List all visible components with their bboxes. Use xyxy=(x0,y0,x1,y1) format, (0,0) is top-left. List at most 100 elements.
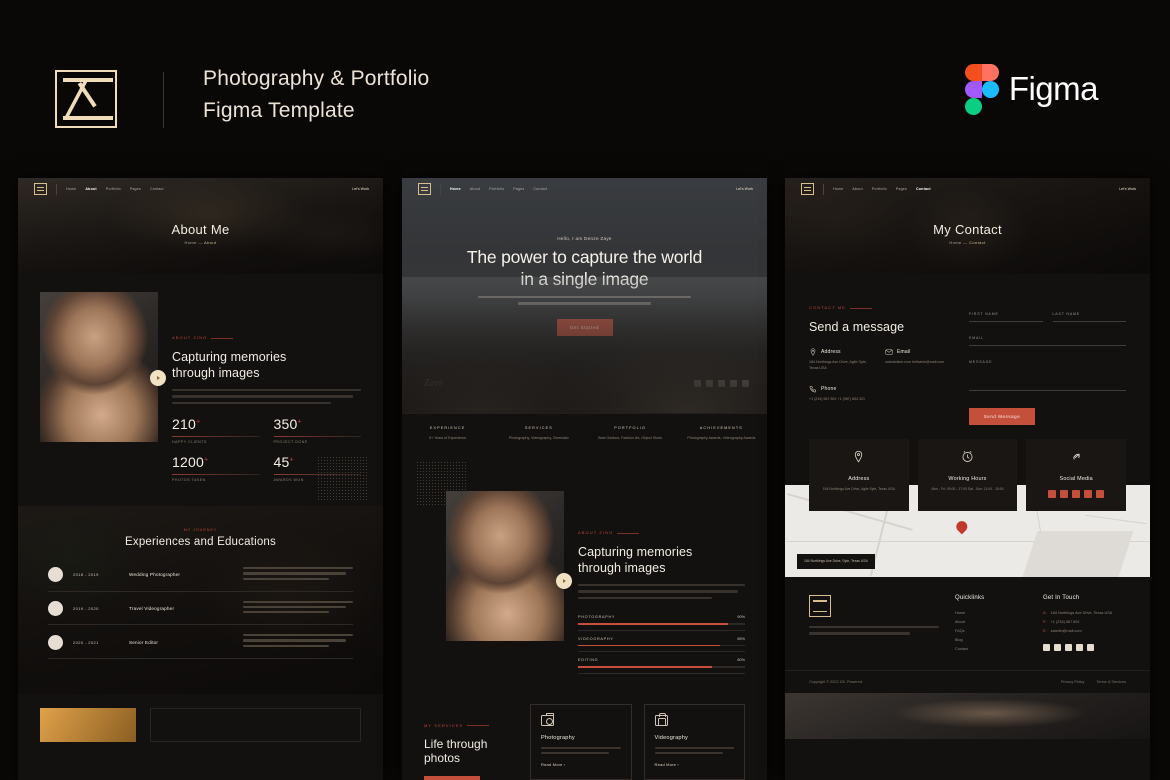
linkedin-icon[interactable] xyxy=(1096,490,1105,498)
strip-item-portfolio: PORTFOLIO Best Outdoor, Fashion Art, Obj… xyxy=(598,426,662,440)
facebook-icon[interactable] xyxy=(694,380,701,387)
facebook-icon[interactable] xyxy=(1043,644,1050,651)
home-info-strip: EXPERIENCE 5+ Years of Experience SERVIC… xyxy=(402,413,767,455)
instagram-icon[interactable] xyxy=(1084,490,1093,498)
mockup-panel-home[interactable]: Home About Portfolio Pages Contact Let's… xyxy=(402,178,767,780)
read-more-link[interactable]: Read More › xyxy=(655,762,735,767)
service-card-photography[interactable]: Photography Read More › xyxy=(530,703,632,780)
experience-timeline-section: MY JOURNEY Experiences and Educations 20… xyxy=(18,506,383,695)
facebook-icon[interactable] xyxy=(1048,490,1057,498)
map-pin-icon xyxy=(855,450,863,463)
mockup-panel-contact[interactable]: Home About Portfolio Pages Contact Let's… xyxy=(785,178,1150,780)
info-card-address: Address 184 Northings Ave Drive, Agile S… xyxy=(809,439,909,511)
section-paragraph xyxy=(172,389,361,405)
service-card-videography[interactable]: Videography Read More › xyxy=(643,703,745,780)
contact-form[interactable]: FIRST NAME LAST NAME EMAIL MESSAGE Send … xyxy=(969,296,1126,425)
instagram-icon[interactable] xyxy=(1076,644,1083,651)
footer-touch-row: P: +1 (234) 567 891 xyxy=(1043,620,1080,624)
get-started-button[interactable]: Get Started xyxy=(556,319,613,336)
footer-logo-icon xyxy=(809,595,831,617)
nav-item-portfolio[interactable]: Portfolio xyxy=(489,187,504,191)
twitter-icon[interactable] xyxy=(706,380,713,387)
nav-item-portfolio[interactable]: Portfolio xyxy=(106,187,121,191)
all-services-button[interactable]: All Services xyxy=(424,775,480,780)
hero-headline: The power to capture the world in a sing… xyxy=(466,247,703,289)
instagram-icon[interactable] xyxy=(730,380,737,387)
site-nav-about[interactable]: Home About Portfolio Pages Contact Let's… xyxy=(18,178,383,200)
first-name-field[interactable]: FIRST NAME xyxy=(969,312,1043,322)
nav-item-contact[interactable]: Contact xyxy=(150,187,164,191)
privacy-policy-link[interactable]: Privacy Policy xyxy=(1061,680,1085,684)
banner-title: Photography & Portfolio Figma Template xyxy=(203,63,429,127)
nav-item-home[interactable]: Home xyxy=(833,187,843,191)
hero-social-links[interactable] xyxy=(694,380,749,387)
footer-quicklinks: Quicklinks Home About FAQs Blog Contact xyxy=(955,595,1027,654)
nav-cta-button[interactable]: Let's Work xyxy=(1119,187,1136,191)
twitter-icon[interactable] xyxy=(1054,644,1061,651)
footer-get-in-touch: Get In Touch A: 184 Northings Ave Drive, … xyxy=(1043,595,1126,654)
footer-bottom-bar: Copyright © 2022 Zifi. Powered. Privacy … xyxy=(785,670,1150,693)
skill-row: PHOTOGRAPHY 90% xyxy=(578,609,745,631)
send-message-button[interactable]: Send Message xyxy=(969,408,1035,425)
section-heading: Capturing memories through images xyxy=(578,545,693,575)
message-field[interactable]: MESSAGE xyxy=(969,360,1126,391)
linkedin-icon[interactable] xyxy=(742,380,749,387)
youtube-icon[interactable] xyxy=(1065,644,1072,651)
nav-item-home[interactable]: Home xyxy=(450,187,461,191)
play-badge-icon[interactable] xyxy=(150,370,166,386)
timeline-row: 2020 - 2021 Senior Editor xyxy=(48,625,353,659)
nav-item-portfolio[interactable]: Portfolio xyxy=(872,187,887,191)
twitter-icon[interactable] xyxy=(1060,490,1069,498)
timeline-dot-icon xyxy=(48,601,63,617)
youtube-icon[interactable] xyxy=(718,380,725,387)
footer-link[interactable]: Home xyxy=(955,609,1027,618)
map-pin-icon[interactable] xyxy=(953,519,970,535)
site-nav-contact[interactable]: Home About Portfolio Pages Contact Let's… xyxy=(785,178,1150,200)
footer-link[interactable]: FAQs xyxy=(955,627,1027,636)
camera-icon xyxy=(541,713,554,726)
promo-banner: Photography & Portfolio Figma Template F… xyxy=(0,0,1170,178)
nav-logo-icon[interactable] xyxy=(418,183,431,195)
last-name-field[interactable]: LAST NAME xyxy=(1052,312,1126,322)
nav-item-about[interactable]: About xyxy=(852,187,862,191)
banner-title-line1: Photography & Portfolio xyxy=(203,67,430,90)
linkedin-icon[interactable] xyxy=(1087,644,1094,651)
nav-cta-button[interactable]: Let's Work xyxy=(736,187,753,191)
terms-link[interactable]: Terms & Services xyxy=(1096,680,1126,684)
site-nav-home[interactable]: Home About Portfolio Pages Contact Let's… xyxy=(402,178,767,200)
read-more-link[interactable]: Read More › xyxy=(541,762,621,767)
figma-icon xyxy=(964,64,999,115)
section-paragraph xyxy=(578,584,745,600)
footer-link[interactable]: Contact xyxy=(955,645,1027,654)
nav-logo-icon[interactable] xyxy=(801,183,814,195)
page-title-contact: My Contact xyxy=(933,222,1002,237)
nav-item-pages[interactable]: Pages xyxy=(896,187,907,191)
skill-bars: PHOTOGRAPHY 90% VIDEOGRAPHY 85% EDITING xyxy=(578,609,745,674)
nav-cta-button[interactable]: Let's Work xyxy=(352,187,369,191)
map-pin-icon xyxy=(810,348,816,356)
phone-icon xyxy=(809,385,817,393)
footer-link[interactable]: About xyxy=(955,618,1027,627)
nav-logo-icon[interactable] xyxy=(34,183,47,195)
signature-mark: Zaye xyxy=(424,378,444,389)
footer-link[interactable]: Blog xyxy=(955,636,1027,645)
footer-social-links[interactable] xyxy=(1043,644,1126,651)
nav-item-pages[interactable]: Pages xyxy=(130,187,141,191)
about-hero: Home About Portfolio Pages Contact Let's… xyxy=(18,178,383,274)
nav-item-about[interactable]: About xyxy=(470,187,480,191)
nav-item-contact[interactable]: Contact xyxy=(533,187,547,191)
play-badge-icon[interactable] xyxy=(556,573,572,589)
about-intro-section: ABOUT ZINO Capturing memories through im… xyxy=(18,274,383,506)
nav-item-contact[interactable]: Contact xyxy=(916,187,931,191)
contact-info-phone: Phone +1 (234) 567 891 +1 (987) 654 321 xyxy=(809,385,865,401)
nav-item-pages[interactable]: Pages xyxy=(513,187,524,191)
youtube-icon[interactable] xyxy=(1072,490,1081,498)
figma-brand: Figma xyxy=(964,64,1099,115)
mockup-panel-about[interactable]: Home About Portfolio Pages Contact Let's… xyxy=(18,178,383,780)
email-field[interactable]: EMAIL xyxy=(969,336,1126,346)
nav-item-home[interactable]: Home xyxy=(66,187,76,191)
site-footer: Quicklinks Home About FAQs Blog Contact … xyxy=(785,577,1150,654)
contact-info-email: Email zaiedonline.com hellozine@mail.com xyxy=(885,349,945,364)
social-buttons[interactable] xyxy=(1034,490,1118,498)
nav-item-about[interactable]: About xyxy=(85,187,96,191)
